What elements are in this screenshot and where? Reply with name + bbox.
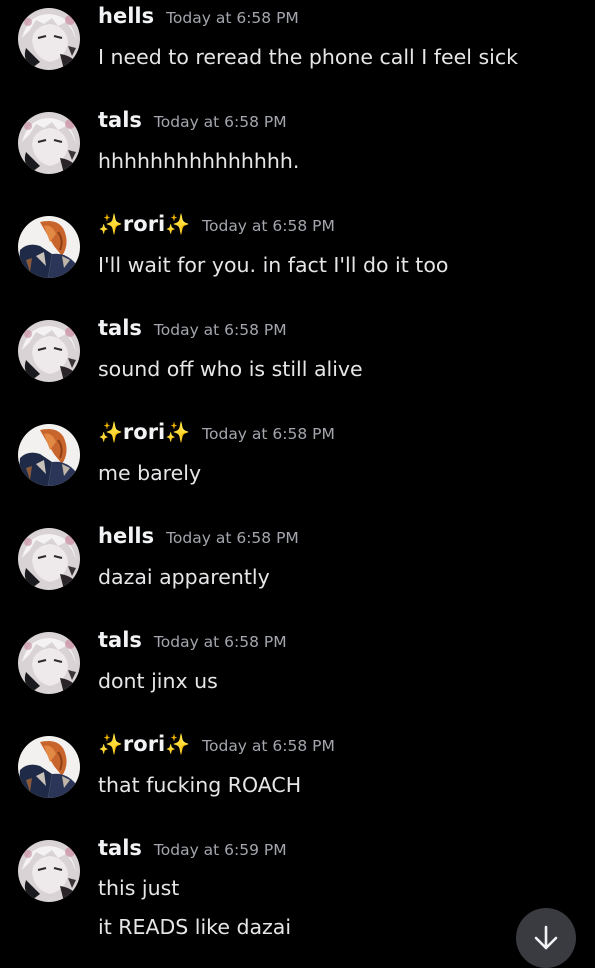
timestamp: Today at 6:58 PM xyxy=(166,9,299,27)
message-header: ✨ rori ✨ Today at 6:58 PM xyxy=(98,420,335,450)
username[interactable]: rori xyxy=(123,420,165,444)
avatar-anime-orange-hair-icon xyxy=(18,216,80,278)
avatar[interactable] xyxy=(18,424,80,486)
message-text: hhhhhhhhhhhhhhh. xyxy=(98,149,300,173)
sparkle-emoji: ✨ xyxy=(165,420,191,444)
avatar[interactable] xyxy=(18,736,80,798)
avatar-anime-white-hair-icon xyxy=(18,112,80,174)
message-text: me barely xyxy=(98,461,202,485)
message-text: that fucking ROACH xyxy=(98,773,302,797)
sparkle-emoji: ✨ xyxy=(98,420,123,444)
avatar-anime-white-hair-icon xyxy=(18,840,80,902)
avatar-anime-white-hair-icon xyxy=(18,632,80,694)
username[interactable]: hells xyxy=(98,4,154,28)
message-text: dont jinx us xyxy=(98,669,218,693)
sparkle-emoji: ✨ xyxy=(165,212,191,236)
message-text: it READS like dazai xyxy=(98,915,292,939)
timestamp: Today at 6:58 PM xyxy=(153,321,287,339)
message-text: sound off who is still alive xyxy=(98,357,363,381)
sparkle-emoji: ✨ xyxy=(165,732,191,756)
message-feed: hells Today at 6:58 PM I need to reread … xyxy=(0,0,595,960)
avatar[interactable] xyxy=(18,216,80,278)
message: tals Today at 6:58 PM sound off who is s… xyxy=(0,312,595,412)
timestamp: Today at 6:58 PM xyxy=(202,425,335,443)
username[interactable]: rori xyxy=(123,732,165,756)
message-header: ✨ rori ✨ Today at 6:58 PM xyxy=(98,212,335,242)
message: tals Today at 6:58 PM dont jinx us xyxy=(0,624,595,724)
avatar[interactable] xyxy=(18,840,80,902)
arrow-down-icon xyxy=(534,925,558,950)
timestamp: Today at 6:58 PM xyxy=(202,737,335,755)
message: hells Today at 6:58 PM I need to reread … xyxy=(0,0,595,100)
message-header: hells Today at 6:58 PM xyxy=(98,524,299,554)
avatar-anime-orange-hair-icon xyxy=(18,736,80,798)
avatar-anime-white-hair-icon xyxy=(18,528,80,590)
avatar-anime-white-hair-icon xyxy=(18,320,80,382)
sparkle-emoji: ✨ xyxy=(98,212,123,236)
message: hells Today at 6:58 PM dazai apparently xyxy=(0,520,595,620)
avatar[interactable] xyxy=(18,112,80,174)
message-header: tals Today at 6:58 PM xyxy=(98,316,287,346)
message-header: ✨ rori ✨ Today at 6:58 PM xyxy=(98,732,335,762)
timestamp: Today at 6:58 PM xyxy=(153,113,287,131)
avatar[interactable] xyxy=(18,320,80,382)
sparkle-emoji: ✨ xyxy=(98,732,123,756)
message-text: I need to reread the phone call I feel s… xyxy=(98,45,518,69)
username[interactable]: tals xyxy=(98,316,142,340)
message: tals Today at 6:59 PM this just it READS… xyxy=(0,832,595,960)
message: ✨ rori ✨ Today at 6:58 PM me barely xyxy=(0,416,595,516)
username[interactable]: tals xyxy=(98,628,142,652)
message-header: tals Today at 6:58 PM xyxy=(98,628,287,658)
username[interactable]: tals xyxy=(98,108,142,132)
avatar[interactable] xyxy=(18,632,80,694)
avatar[interactable] xyxy=(18,528,80,590)
message-text: I'll wait for you. in fact I'll do it to… xyxy=(98,253,449,277)
scroll-to-bottom-button[interactable] xyxy=(516,908,576,968)
avatar[interactable] xyxy=(18,8,80,70)
timestamp: Today at 6:58 PM xyxy=(202,217,335,235)
message: ✨ rori ✨ Today at 6:58 PM that fucking R… xyxy=(0,728,595,828)
timestamp: Today at 6:58 PM xyxy=(153,633,287,651)
timestamp: Today at 6:58 PM xyxy=(166,529,299,547)
username[interactable]: rori xyxy=(123,212,165,236)
message-text: this just xyxy=(98,876,180,900)
username[interactable]: tals xyxy=(98,836,142,860)
message: tals Today at 6:58 PM hhhhhhhhhhhhhhh. xyxy=(0,104,595,204)
message-text: dazai apparently xyxy=(98,565,270,589)
avatar-anime-white-hair-icon xyxy=(18,8,80,70)
avatar-anime-orange-hair-icon xyxy=(18,424,80,486)
message: ✨ rori ✨ Today at 6:58 PM I'll wait for … xyxy=(0,208,595,308)
message-header: tals Today at 6:58 PM xyxy=(98,108,287,138)
message-header: hells Today at 6:58 PM xyxy=(98,4,299,34)
timestamp: Today at 6:59 PM xyxy=(153,841,287,859)
message-header: tals Today at 6:59 PM xyxy=(98,836,287,866)
username[interactable]: hells xyxy=(98,524,154,548)
